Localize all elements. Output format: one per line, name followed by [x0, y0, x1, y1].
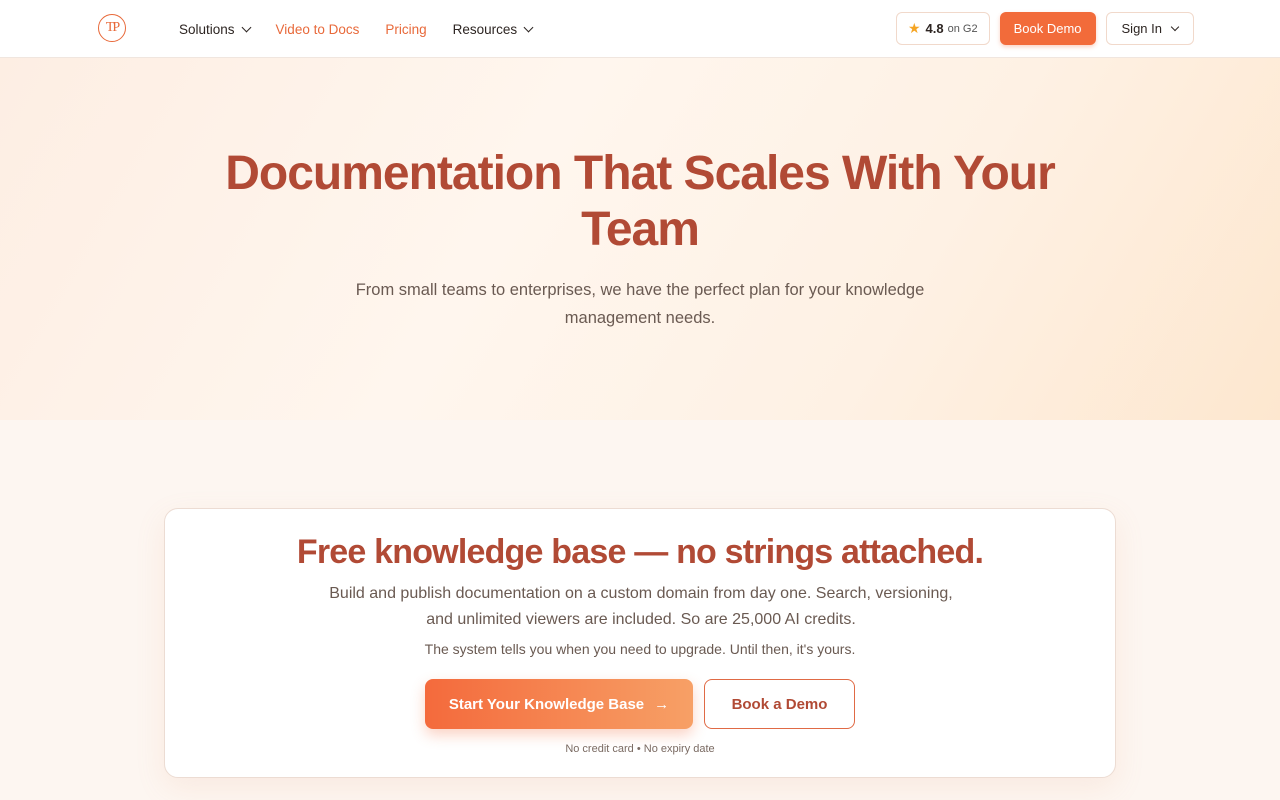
- arrow-right-icon: →: [654, 695, 670, 713]
- sign-in-label: Sign In: [1121, 21, 1162, 36]
- main-nav: Solutions Video to Docs Pricing Resource…: [179, 0, 558, 58]
- nav-pricing[interactable]: Pricing: [385, 22, 426, 37]
- nav-solutions-label: Solutions: [179, 21, 235, 37]
- nav-resources[interactable]: Resources: [452, 21, 534, 37]
- hero-title: Documentation That Scales With Your Team: [225, 147, 1056, 256]
- card-footnote: No credit card • No expiry date: [565, 743, 715, 755]
- card-description: Build and publish documentation on a cus…: [329, 585, 953, 628]
- g2-rating-badge[interactable]: ★ 4.8 on G2: [895, 12, 990, 45]
- nav-pricing-label: Pricing: [385, 21, 427, 37]
- start-knowledge-base-label: Start Your Knowledge Base: [448, 695, 645, 713]
- star-icon: ★: [907, 20, 921, 36]
- hero-subtitle: From small teams to enterprises, we have…: [355, 281, 925, 327]
- nav-solutions[interactable]: Solutions: [179, 21, 251, 37]
- header-actions: ★ 4.8 on G2 Book Demo Sign In: [895, 12, 1194, 45]
- hero-section: Documentation That Scales With Your Team…: [0, 58, 1280, 420]
- free-plan-card: Free knowledge base — no strings attache…: [164, 508, 1116, 778]
- card-note: The system tells you when you need to up…: [424, 641, 856, 657]
- card-actions: Start Your Knowledge Base → Book a Demo: [425, 679, 855, 729]
- rating-suffix: on G2: [947, 22, 978, 35]
- sign-in-button[interactable]: Sign In: [1105, 12, 1194, 45]
- chevron-down-icon: [523, 22, 534, 32]
- start-knowledge-base-button[interactable]: Start Your Knowledge Base →: [425, 679, 693, 729]
- rating-value: 4.8: [925, 21, 944, 36]
- nav-resources-label: Resources: [452, 21, 518, 37]
- logo-icon[interactable]: TP: [98, 14, 126, 42]
- card-title: Free knowledge base — no strings attache…: [296, 533, 984, 571]
- chevron-down-icon: [241, 22, 251, 32]
- site-header: TP Solutions Video to Docs Pricing Resou…: [0, 0, 1280, 58]
- book-demo-button[interactable]: Book Demo: [999, 12, 1096, 45]
- nav-video-to-docs[interactable]: Video to Docs: [276, 22, 360, 37]
- chevron-down-icon: [1170, 22, 1180, 31]
- nav-video-to-docs-label: Video to Docs: [275, 21, 360, 37]
- book-a-demo-button[interactable]: Book a Demo: [704, 679, 855, 729]
